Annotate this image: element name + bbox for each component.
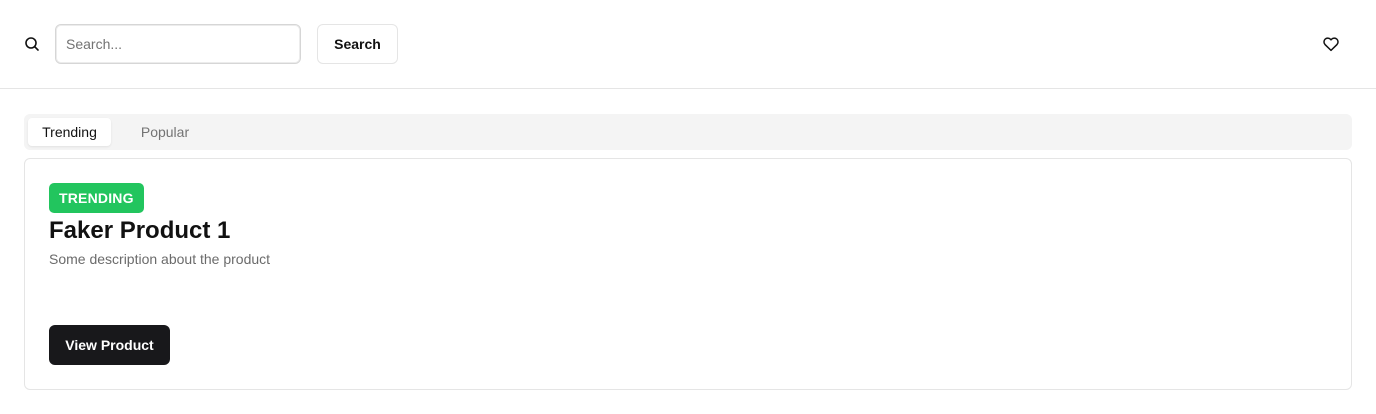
- search-button[interactable]: Search: [317, 24, 398, 64]
- trending-badge: TRENDING: [49, 183, 144, 213]
- product-description: Some description about the product: [49, 251, 271, 267]
- tab-trending[interactable]: Trending: [28, 118, 111, 146]
- heart-icon[interactable]: [1322, 35, 1340, 53]
- view-product-button[interactable]: View Product: [49, 325, 170, 365]
- search-icon: [25, 37, 39, 51]
- tab-popular[interactable]: Popular: [123, 118, 207, 146]
- tab-list: Trending Popular: [24, 114, 1352, 150]
- product-title: Faker Product 1: [49, 217, 231, 244]
- product-card: TRENDING Faker Product 1 Some descriptio…: [24, 158, 1352, 390]
- top-bar: Search: [0, 0, 1376, 89]
- search-input[interactable]: [55, 24, 301, 64]
